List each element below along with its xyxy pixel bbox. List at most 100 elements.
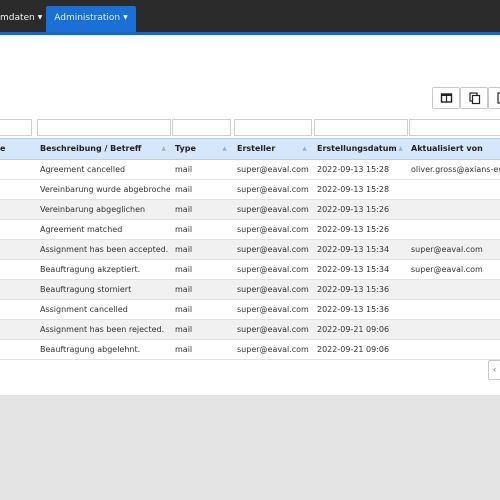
- cell-updated-by: [409, 220, 500, 240]
- column-header-label: Aktualisiert von: [411, 144, 483, 153]
- cell-creator: super@eaval.com: [237, 285, 309, 294]
- table-row[interactable]: Agreement cancelled mail super@eaval.com…: [0, 160, 500, 180]
- filter-input-type[interactable]: [172, 119, 231, 136]
- cell-updated-by: [409, 340, 500, 360]
- cell-created-at: 2022-09-21 09:06: [317, 345, 390, 354]
- cell-updated-by: [409, 300, 500, 320]
- cell-description: Beauftragung abgelehnt.: [40, 345, 141, 354]
- cell-creator: super@eaval.com: [237, 225, 309, 234]
- table-row[interactable]: Assignment cancelled mail super@eaval.co…: [0, 300, 500, 320]
- cell-type: mail: [175, 325, 193, 334]
- cell-description: Agreement cancelled: [40, 165, 126, 174]
- cell-type: mail: [175, 305, 193, 314]
- table-row[interactable]: Beauftragung abgelehnt. mail super@eaval…: [0, 340, 500, 360]
- table-row[interactable]: Beauftragung storniert mail super@eaval.…: [0, 280, 500, 300]
- column-header-label: Erstellungsdatum: [317, 144, 397, 153]
- filter-input-created-at[interactable]: [314, 119, 408, 136]
- cell-updated-by: [409, 280, 500, 300]
- column-header-label: Type: [175, 144, 196, 153]
- cell-description: Beauftragung storniert: [40, 285, 132, 294]
- nav-menu-administration[interactable]: Administration ▼: [46, 6, 136, 32]
- column-header-label: e: [0, 144, 6, 153]
- copy-icon: [469, 92, 481, 105]
- nav-menu-administration-label: Administration: [54, 13, 121, 23]
- column-header-label: Beschreibung / Betreff: [40, 144, 142, 153]
- cell-updated-by: [409, 200, 500, 220]
- table-row[interactable]: Assignment has been accepted. mail super…: [0, 240, 500, 260]
- column-header-updated-by[interactable]: Aktualisiert von: [409, 139, 500, 159]
- cell-description: Vereinbarung abgeglichen: [40, 205, 146, 214]
- cell-creator: super@eaval.com: [237, 325, 309, 334]
- cell-created-at: 2022-09-13 15:26: [317, 205, 390, 214]
- sort-icon: ▲: [398, 145, 403, 152]
- cell-description: Assignment has been accepted.: [40, 245, 169, 254]
- export-button[interactable]: [488, 87, 500, 109]
- cell-description: Assignment cancelled: [40, 305, 128, 314]
- filter-input-creator[interactable]: [234, 119, 312, 136]
- chevron-down-icon: ▼: [37, 14, 43, 21]
- cell-created-at: 2022-09-13 15:26: [317, 225, 390, 234]
- column-header-type[interactable]: Type ▲: [173, 139, 231, 159]
- cell-created-at: 2022-09-13 15:36: [317, 285, 390, 294]
- table-row[interactable]: Beauftragung akzeptiert. mail super@eava…: [0, 260, 500, 280]
- cell-description: Vereinbarung wurde abgebrochen: [40, 185, 170, 194]
- pagination-prev-button[interactable]: ‹: [488, 360, 500, 380]
- cell-type: mail: [175, 225, 193, 234]
- column-header-created-at[interactable]: Erstellungsdatum ▲: [315, 139, 407, 159]
- column-filter-row: [0, 119, 500, 136]
- cell-type: mail: [175, 165, 193, 174]
- cell-created-at: 2022-09-13 15:34: [317, 265, 390, 274]
- copy-button[interactable]: [460, 87, 488, 109]
- filter-input-col0[interactable]: [0, 119, 32, 136]
- table-row[interactable]: Agreement matched mail super@eaval.com 2…: [0, 220, 500, 240]
- cell-created-at: 2022-09-13 15:28: [317, 165, 390, 174]
- sort-icon: ▲: [161, 145, 166, 152]
- filter-input-updated-by[interactable]: [409, 119, 500, 136]
- column-header-label: Ersteller: [237, 144, 276, 153]
- cell-description: Agreement matched: [40, 225, 123, 234]
- sort-icon: ▲: [302, 145, 307, 152]
- cell-updated-by: [409, 180, 500, 200]
- cell-updated-by: super@eaval.com: [411, 245, 483, 254]
- nav-menu-stammdaten[interactable]: mdaten ▼: [0, 6, 42, 30]
- export-icon: [497, 92, 500, 104]
- cell-created-at: 2022-09-13 15:28: [317, 185, 390, 194]
- cell-type: mail: [175, 245, 193, 254]
- cell-updated-by: super@eaval.com: [411, 265, 483, 274]
- chevron-down-icon: ▼: [123, 14, 128, 21]
- column-header-col0[interactable]: e: [0, 139, 34, 159]
- cell-creator: super@eaval.com: [237, 205, 309, 214]
- cell-creator: super@eaval.com: [237, 305, 309, 314]
- top-navbar: mdaten ▼ Administration ▼: [0, 0, 500, 32]
- cell-created-at: 2022-09-13 15:34: [317, 245, 390, 254]
- table-row[interactable]: Vereinbarung abgeglichen mail super@eava…: [0, 200, 500, 220]
- filter-input-description[interactable]: [37, 119, 171, 136]
- cell-type: mail: [175, 345, 193, 354]
- column-header-description[interactable]: Beschreibung / Betreff ▲: [38, 139, 170, 159]
- table-row[interactable]: Assignment has been rejected. mail super…: [0, 320, 500, 340]
- cell-updated-by: oliver.gross@axians-ewa: [411, 165, 500, 174]
- cell-creator: super@eaval.com: [237, 245, 309, 254]
- cell-creator: super@eaval.com: [237, 265, 309, 274]
- cell-type: mail: [175, 205, 193, 214]
- sort-icon: ▲: [222, 145, 227, 152]
- table-header: e Beschreibung / Betreff ▲ Type ▲ Erstelle…: [0, 138, 500, 160]
- cell-updated-by: [409, 320, 500, 340]
- table-row[interactable]: Vereinbarung wurde abgebrochen mail supe…: [0, 180, 500, 200]
- table-body: Agreement cancelled mail super@eaval.com…: [0, 160, 500, 360]
- cell-description: Beauftragung akzeptiert.: [40, 265, 141, 274]
- cell-type: mail: [175, 265, 193, 274]
- column-header-creator[interactable]: Ersteller ▲: [235, 139, 311, 159]
- cell-creator: super@eaval.com: [237, 345, 309, 354]
- cell-created-at: 2022-09-21 09:06: [317, 325, 390, 334]
- columns-button[interactable]: [432, 87, 460, 109]
- cell-creator: super@eaval.com: [237, 165, 309, 174]
- cell-creator: super@eaval.com: [237, 185, 309, 194]
- table-toolbar: [432, 87, 500, 109]
- cell-type: mail: [175, 285, 193, 294]
- cell-created-at: 2022-09-13 15:36: [317, 305, 390, 314]
- nav-menu-stammdaten-label: mdaten: [0, 13, 35, 23]
- chevron-left-icon: ‹: [493, 365, 497, 374]
- cell-description: Assignment has been rejected.: [40, 325, 165, 334]
- columns-icon: [440, 93, 453, 103]
